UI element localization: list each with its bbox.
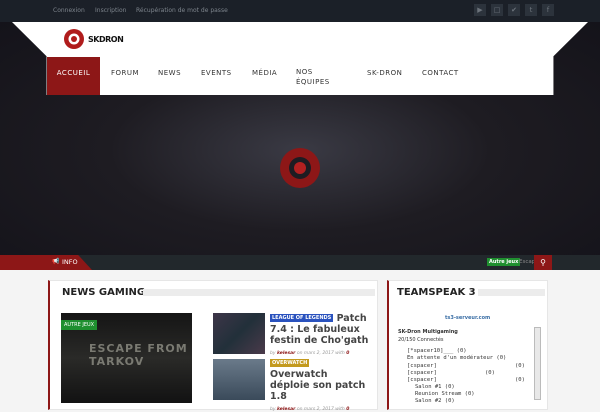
ts-channel[interactable]: Reunion Stream (0)	[415, 391, 475, 397]
news-heading: NEWS GAMING	[62, 287, 146, 298]
teamspeak-heading: TEAMSPEAK 3	[397, 287, 476, 298]
author-link[interactable]: kelesar	[277, 351, 295, 356]
category-tag[interactable]: OVERWATCH	[270, 359, 310, 367]
meta-by: by	[270, 351, 276, 356]
ts-connected: 20/150 Connectés	[398, 337, 444, 343]
ticker-text[interactable]: Escap	[519, 259, 535, 265]
ts-channel[interactable]: En attente d'un modérateur (0)	[407, 355, 506, 361]
hero-logo-icon	[280, 148, 320, 188]
megaphone-icon: 📢	[52, 258, 60, 265]
ts-channel-count: (0)	[515, 363, 525, 369]
ts-channel-count: (0)	[485, 370, 495, 376]
ts-server-name: SK-Dron Multigaming	[398, 329, 458, 335]
register-link[interactable]: Inscription	[95, 7, 126, 14]
ts-channel[interactable]: [cspacer]	[407, 377, 437, 383]
nav-contact[interactable]: CONTACT	[422, 57, 459, 95]
ts-channel[interactable]: [cspacer]	[407, 363, 437, 369]
ticker-tag[interactable]: Autre jeux	[487, 258, 521, 266]
facebook-icon[interactable]: f	[542, 4, 554, 16]
nav-media[interactable]: MÉDIA	[252, 57, 277, 95]
ts-channel[interactable]: [cspacer]	[407, 370, 437, 376]
article-date: on mars 2, 2017 with	[296, 351, 345, 356]
ts-channel-count: (0)	[515, 377, 525, 383]
heading-divider	[478, 289, 545, 296]
article-title[interactable]: Overwatch déploie son patch 1.8	[270, 369, 365, 402]
brand-name[interactable]: SKDRON	[88, 35, 124, 44]
article: OVERWATCH Overwatch déploie son patch 1.…	[270, 358, 370, 412]
nav-sk-dron[interactable]: SK-DRON	[367, 57, 402, 95]
ticker-label: INFO	[62, 258, 78, 266]
ticker-label-bg	[0, 255, 92, 270]
article-thumbnail[interactable]	[213, 359, 265, 400]
nav-accueil[interactable]: ACCUEIL	[47, 57, 100, 95]
ts-channel[interactable]: Salon #1 (0)	[415, 384, 455, 390]
author-link[interactable]: kelesar	[277, 407, 295, 412]
article: LEAGUE OF LEGENDS Patch 7.4 : Le fabuleu…	[270, 313, 370, 356]
comment-count[interactable]: 0	[346, 407, 349, 412]
ts-provider-logo[interactable]: ts3-serveur.com	[445, 315, 490, 321]
article-thumbnail[interactable]	[213, 313, 265, 354]
featured-tag[interactable]: AUTRE JEUX	[61, 320, 98, 330]
logo-icon[interactable]	[63, 28, 85, 50]
nav-news[interactable]: NEWS	[158, 57, 181, 95]
steam-icon[interactable]: ✔	[508, 4, 520, 16]
ts-channel[interactable]: Salon #2 (0)	[415, 398, 455, 404]
twitch-icon[interactable]: □	[491, 4, 503, 16]
category-tag[interactable]: LEAGUE OF LEGENDS	[270, 314, 334, 322]
twitter-icon[interactable]: t	[525, 4, 537, 16]
nav-nos-equipes[interactable]: NOS ÉQUIPES	[296, 57, 336, 95]
heading-divider	[143, 289, 375, 296]
password-recovery-link[interactable]: Récupération de mot de passe	[136, 7, 228, 14]
search-icon[interactable]: ⚲	[534, 255, 552, 270]
comment-count[interactable]: 0	[346, 351, 349, 356]
nav-events[interactable]: EVENTS	[201, 57, 232, 95]
meta-by: by	[270, 407, 276, 412]
top-bar: Connexion Inscription Récupération de mo…	[0, 0, 600, 22]
login-link[interactable]: Connexion	[53, 7, 85, 14]
article-date: on mars 2, 2017 with	[296, 407, 345, 412]
nav-forum[interactable]: FORUM	[111, 57, 139, 95]
ts-scrollbar[interactable]	[534, 327, 541, 400]
featured-image-text: ESCAPE FROM TARKOV	[89, 342, 188, 368]
youtube-icon[interactable]: ▶	[474, 4, 486, 16]
ts-channel[interactable]: [*spacer10]___ (0)	[407, 348, 467, 354]
